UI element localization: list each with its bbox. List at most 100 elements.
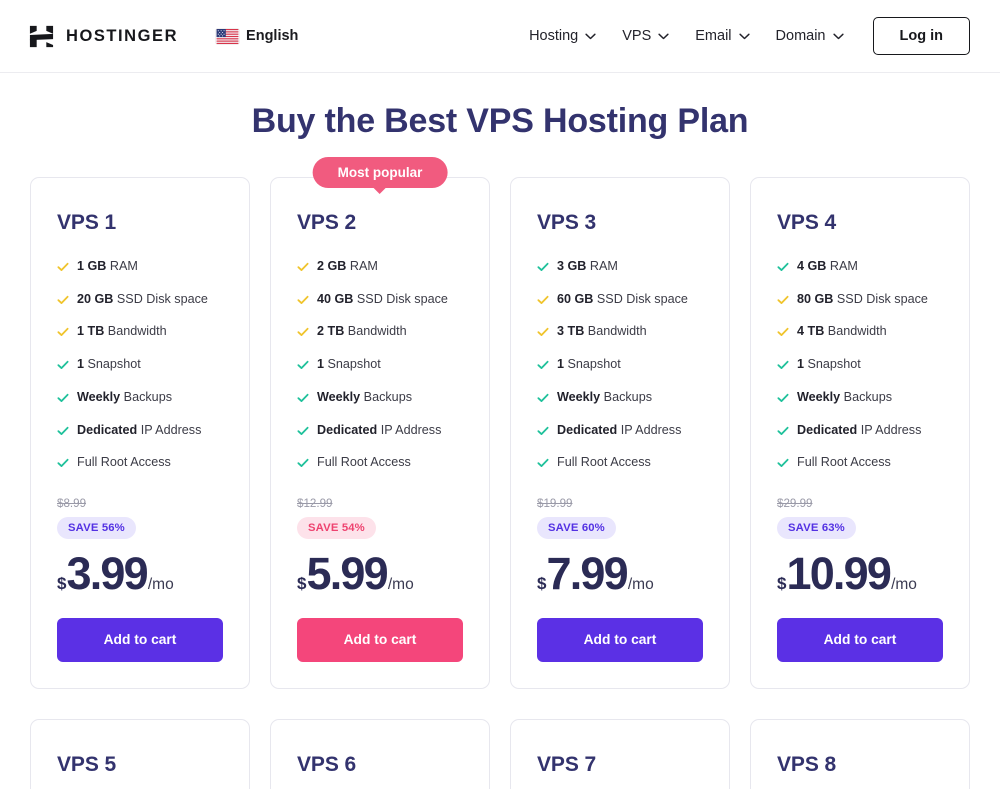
most-popular-badge: Most popular [312, 157, 448, 188]
nav-item-email[interactable]: Email [682, 20, 762, 52]
plan-card-vps-2: Most popular VPS 2 2 GB RAM 40 GB SSD Disk … [270, 157, 490, 689]
feature-item: Dedicated IP Address [57, 423, 223, 439]
feature-item: 2 TB Bandwidth [297, 324, 463, 340]
currency-symbol: $ [537, 574, 547, 594]
price-amount: 10.99 [786, 548, 891, 600]
language-selector[interactable]: English [216, 28, 298, 44]
feature-text: 2 TB Bandwidth [317, 324, 407, 339]
feature-item: 1 Snapshot [297, 357, 463, 373]
logo-wordmark: HOSTINGER [66, 26, 179, 45]
chevron-down-icon [738, 33, 750, 39]
plan-card-vps-7: VPS 7 [510, 718, 730, 789]
page-title: Buy the Best VPS Hosting Plan [251, 102, 749, 140]
add-to-cart-button[interactable]: Add to cart [297, 618, 463, 662]
feature-item: Full Root Access [537, 455, 703, 471]
feature-item: Full Root Access [57, 455, 223, 471]
chevron-down-icon [585, 33, 596, 39]
check-icon-green [777, 426, 789, 435]
price-block: $29.99 SAVE 63% $10.99/mo [777, 497, 943, 596]
original-price: $29.99 [777, 497, 813, 511]
check-icon-green [57, 393, 69, 402]
price-block: $19.99 SAVE 60% $7.99/mo [537, 497, 703, 596]
price-block: $8.99 SAVE 56% $3.99/mo [57, 497, 223, 596]
plan-name: VPS 6 [297, 752, 357, 776]
feature-list: 4 GB RAM 80 GB SSD Disk space 4 TB Bandwid… [777, 259, 943, 471]
feature-text: Full Root Access [557, 455, 651, 470]
feature-text: Dedicated IP Address [317, 422, 442, 437]
check-icon-yellow [297, 295, 309, 304]
current-price: $3.99/mo [57, 551, 223, 596]
chevron-down-icon [658, 33, 669, 39]
feature-text: 1 Snapshot [557, 357, 621, 372]
nav-item-domain[interactable]: Domain [763, 20, 857, 52]
feature-text: 4 TB Bandwidth [797, 324, 887, 339]
check-icon-green [537, 393, 549, 402]
feature-item: Dedicated IP Address [297, 423, 463, 439]
check-icon-yellow [57, 295, 69, 304]
feature-text: 1 Snapshot [317, 357, 381, 372]
nav-item-hosting[interactable]: Hosting [516, 20, 609, 52]
current-price: $7.99/mo [537, 551, 703, 596]
plan-card-vps-3: VPS 3 3 GB RAM 60 GB SSD Disk space 3 TB Ba… [510, 177, 730, 689]
check-icon-green [537, 262, 549, 271]
feature-item: Dedicated IP Address [777, 423, 943, 439]
check-icon-yellow [777, 295, 789, 304]
feature-text: 60 GB SSD Disk space [557, 291, 688, 306]
feature-item: 20 GB SSD Disk space [57, 292, 223, 308]
check-icon-yellow [57, 328, 69, 337]
feature-list: 2 GB RAM 40 GB SSD Disk space 2 TB Bandwid… [297, 259, 463, 471]
feature-item: Full Root Access [297, 455, 463, 471]
feature-item: 3 GB RAM [537, 259, 703, 275]
feature-item: 60 GB SSD Disk space [537, 292, 703, 308]
feature-text: 1 GB RAM [77, 259, 138, 273]
feature-text: Weekly Backups [77, 389, 172, 404]
check-icon-yellow [297, 262, 309, 271]
feature-text: Dedicated IP Address [77, 422, 202, 437]
check-icon-green [537, 459, 549, 468]
save-badge: SAVE 54% [297, 517, 376, 540]
nav-item-vps[interactable]: VPS [609, 20, 682, 52]
language-label: English [246, 28, 299, 44]
plan-name: VPS 1 [57, 211, 117, 234]
original-price: $8.99 [57, 497, 87, 511]
add-to-cart-button[interactable]: Add to cart [57, 618, 223, 662]
feature-item: 3 TB Bandwidth [537, 324, 703, 340]
price-period: /mo [387, 576, 414, 594]
feature-text: Full Root Access [77, 455, 171, 470]
feature-item: Weekly Backups [57, 390, 223, 406]
current-price: $10.99/mo [777, 551, 943, 596]
original-price: $19.99 [537, 497, 573, 511]
feature-item: 1 Snapshot [777, 357, 943, 373]
check-icon-green [57, 426, 69, 435]
price-period: /mo [147, 576, 174, 594]
plan-name: VPS 3 [537, 211, 597, 234]
feature-text: 40 GB SSD Disk space [317, 291, 448, 306]
login-button[interactable]: Log in [872, 16, 970, 56]
feature-item: 80 GB SSD Disk space [777, 292, 943, 308]
feature-text: Weekly Backups [557, 389, 652, 404]
price-amount: 5.99 [306, 548, 388, 600]
feature-text: 20 GB SSD Disk space [77, 291, 208, 306]
feature-item: Full Root Access [777, 455, 943, 471]
check-icon-yellow [537, 328, 549, 337]
add-to-cart-button[interactable]: Add to cart [777, 618, 943, 662]
feature-text: 3 TB Bandwidth [557, 324, 647, 339]
feature-item: 2 GB RAM [297, 259, 463, 275]
add-to-cart-button[interactable]: Add to cart [537, 618, 703, 662]
check-icon-green [297, 361, 309, 370]
feature-text: 3 GB RAM [557, 259, 618, 273]
feature-item: 4 TB Bandwidth [777, 324, 943, 340]
hostinger-logo[interactable]: HOSTINGER [28, 23, 178, 50]
plan-card-vps-4: VPS 4 4 GB RAM 80 GB SSD Disk space 4 TB Ba… [750, 177, 970, 689]
brand-area: HOSTINGER English [28, 23, 298, 50]
currency-symbol: $ [297, 574, 307, 594]
check-icon-green [777, 361, 789, 370]
check-icon-green [777, 262, 789, 271]
us-flag-icon [216, 28, 239, 44]
feature-text: Weekly Backups [797, 389, 892, 404]
feature-item: 1 GB RAM [57, 259, 223, 275]
nav-label-domain: Domain [775, 28, 826, 44]
plan-card-vps-1: VPS 1 1 GB RAM 20 GB SSD Disk space 1 TB Ba… [30, 177, 250, 689]
plan-name: VPS 5 [57, 752, 117, 776]
feature-text: 1 Snapshot [797, 357, 861, 372]
